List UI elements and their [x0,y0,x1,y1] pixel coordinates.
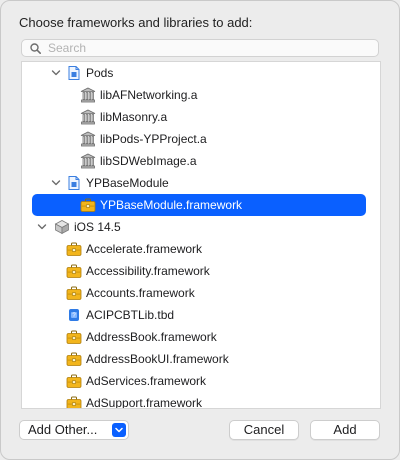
framework-toolbox-icon [66,241,82,257]
disclosure-chevron-down-icon[interactable] [50,62,62,84]
framework-toolbox-icon [66,351,82,367]
frameworks-outline[interactable]: Pods libAFNetworking.a libMasonry.a libPods… [21,61,381,409]
framework-toolbox-icon [66,395,82,408]
static-library-icon [80,153,96,169]
popup-arrow-icon [112,423,126,437]
sdk-icon [54,219,70,235]
add-frameworks-sheet: Choose frameworks and libraries to add: … [0,0,400,460]
tree-item-selected-framework[interactable]: YPBaseModule.framework [32,194,366,216]
tree-item-framework[interactable]: ? ACIPCBTLib.tbd [32,304,366,326]
tree-item-library[interactable]: libSDWebImage.a [32,150,366,172]
disclosure-chevron-down-icon[interactable] [36,216,48,238]
tree-item-label: YPBaseModule [86,176,169,190]
tree-item-framework[interactable]: Accessibility.framework [32,260,366,282]
module-folder-icon [66,175,82,191]
tree-item-label: Accelerate.framework [86,242,203,256]
tree-item-library[interactable]: libAFNetworking.a [32,84,366,106]
static-library-icon [80,109,96,125]
tree-item-framework[interactable]: AddressBook.framework [32,326,366,348]
framework-toolbox-icon [66,285,82,301]
static-library-icon [80,87,96,103]
search-field[interactable] [21,39,379,57]
tree-group-module[interactable]: YPBaseModule [32,172,366,194]
framework-toolbox-icon [66,263,82,279]
tree-item-label: Pods [86,66,114,80]
tree-item-framework[interactable]: Accelerate.framework [32,238,366,260]
add-other-popup-button[interactable]: Add Other... [19,420,129,440]
tree-item-label: AddressBookUI.framework [86,352,229,366]
add-other-label: Add Other... [28,422,98,437]
pods-folder-icon [66,65,82,81]
tree-group-sdk[interactable]: iOS 14.5 [32,216,366,238]
disclosure-chevron-down-icon[interactable] [50,172,62,194]
tbd-file-icon: ? [66,307,82,323]
framework-toolbox-icon [66,373,82,389]
dialog-title: Choose frameworks and libraries to add: [19,15,253,30]
tree-item-label: YPBaseModule.framework [100,198,243,212]
add-button[interactable]: Add [310,420,380,440]
framework-toolbox-icon [66,329,82,345]
tree-item-library[interactable]: libMasonry.a [32,106,366,128]
tree-item-label: AddressBook.framework [86,330,217,344]
framework-toolbox-icon [80,197,96,213]
search-icon [30,43,41,54]
tree-item-label: AdSupport.framework [86,396,203,409]
tree-item-label: iOS 14.5 [74,220,121,234]
tree-group-pods[interactable]: Pods [32,62,366,84]
tree-item-label: libSDWebImage.a [100,154,197,168]
tree-item-label: libPods-YPProject.a [100,132,207,146]
tree-item-label: Accounts.framework [86,286,195,300]
cancel-button[interactable]: Cancel [229,420,299,440]
static-library-icon [80,131,96,147]
tree-item-label: Accessibility.framework [86,264,210,278]
tree-item-framework[interactable]: Accounts.framework [32,282,366,304]
tree-item-library[interactable]: libPods-YPProject.a [32,128,366,150]
tree-item-framework[interactable]: AdServices.framework [32,370,366,392]
tree-item-label: libMasonry.a [100,110,168,124]
tree-item-framework[interactable]: AdSupport.framework [32,392,366,409]
tree-item-framework[interactable]: AddressBookUI.framework [32,348,366,370]
tree-item-label: AdServices.framework [86,374,207,388]
tree-item-label: ACIPCBTLib.tbd [86,308,175,322]
search-input[interactable] [48,40,368,56]
tree-item-label: libAFNetworking.a [100,88,198,102]
